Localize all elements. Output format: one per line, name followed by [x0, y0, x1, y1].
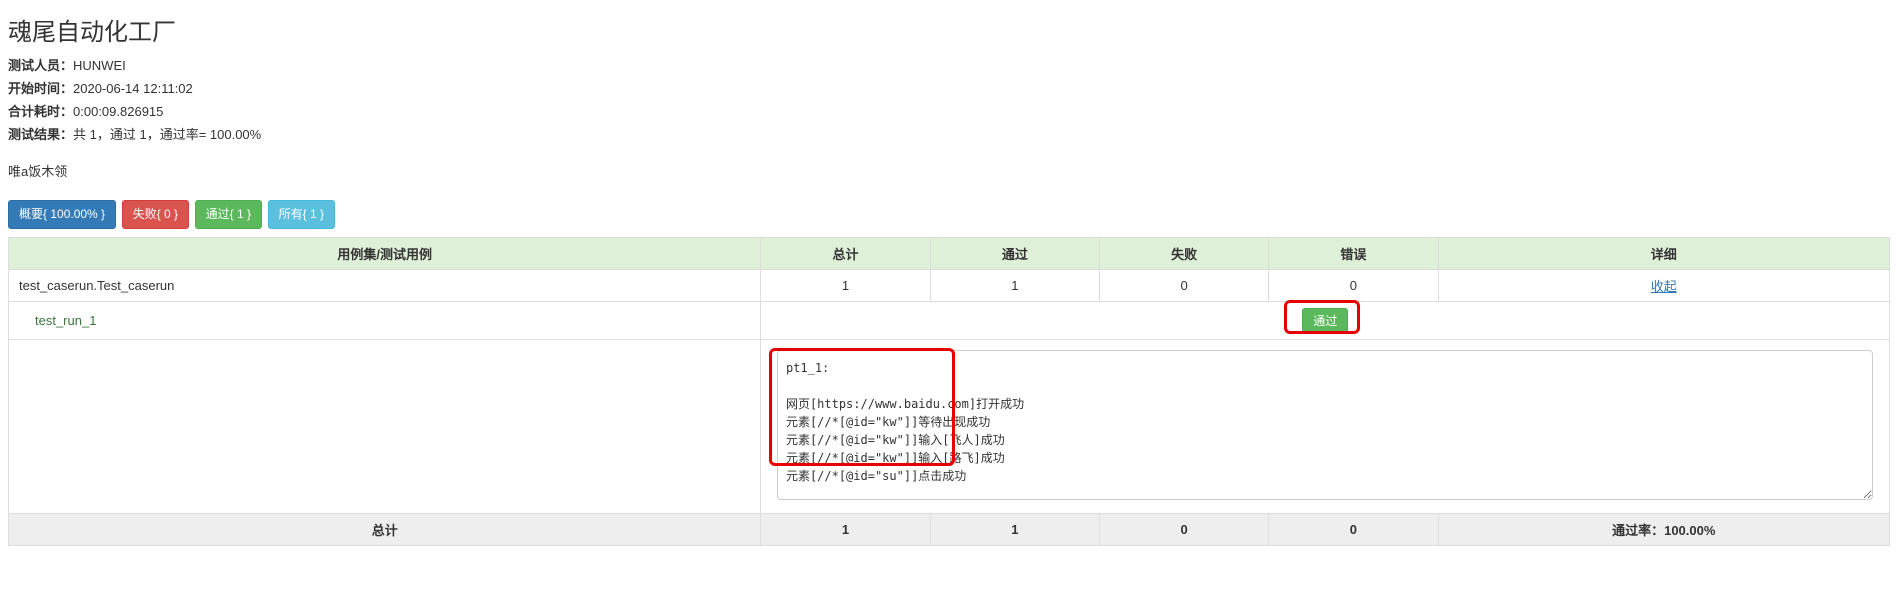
meta-tester: 测试人员：HUNWEI	[8, 55, 1890, 74]
suite-name: test_caserun.Test_caserun	[9, 269, 761, 301]
meta-result-value: 共 1，通过 1，通过率= 100.00%	[73, 127, 261, 142]
case-log-wrap	[771, 350, 1879, 503]
meta-start-value: 2020-06-14 12:11:02	[73, 81, 193, 96]
footer-total: 1	[761, 513, 930, 545]
table-header-row: 用例集/测试用例 总计 通过 失败 错误 详细	[9, 237, 1890, 269]
case-log-row	[9, 339, 1890, 513]
suite-fail: 0	[1099, 269, 1268, 301]
filter-button-row: 概要{ 100.00% } 失败{ 0 } 通过{ 1 } 所有{ 1 }	[8, 200, 1890, 229]
meta-duration: 合计耗时：0:00:09.826915	[8, 101, 1890, 120]
meta-start-label: 开始时间：	[8, 81, 73, 96]
suite-error: 0	[1269, 269, 1438, 301]
meta-tester-label: 测试人员：	[8, 58, 73, 73]
footer-pass: 1	[930, 513, 1099, 545]
case-log-cell	[761, 339, 1890, 513]
footer-rate: 通过率：100.00%	[1438, 513, 1889, 545]
meta-duration-label: 合计耗时：	[8, 104, 73, 119]
col-header-case: 用例集/测试用例	[9, 237, 761, 269]
filter-all-button[interactable]: 所有{ 1 }	[268, 200, 335, 229]
footer-error: 0	[1269, 513, 1438, 545]
meta-tester-value: HUNWEI	[73, 58, 126, 73]
suite-row: test_caserun.Test_caserun 1 1 0 0 收起	[9, 269, 1890, 301]
suite-pass: 1	[930, 269, 1099, 301]
filter-fail-button[interactable]: 失败{ 0 }	[122, 200, 189, 229]
col-header-detail: 详细	[1438, 237, 1889, 269]
suite-collapse-link[interactable]: 收起	[1651, 279, 1677, 294]
col-header-pass: 通过	[930, 237, 1099, 269]
case-log-spacer	[9, 339, 761, 513]
suite-detail-cell: 收起	[1438, 269, 1889, 301]
col-header-fail: 失败	[1099, 237, 1268, 269]
meta-result: 测试结果：共 1，通过 1，通过率= 100.00%	[8, 124, 1890, 143]
col-header-error: 错误	[1269, 237, 1438, 269]
suite-total: 1	[761, 269, 930, 301]
meta-result-label: 测试结果：	[8, 127, 73, 142]
meta-start-time: 开始时间：2020-06-14 12:11:02	[8, 78, 1890, 97]
case-status-wrap: 通过	[1302, 308, 1348, 333]
case-status-cell: 通过	[761, 301, 1890, 339]
footer-fail: 0	[1099, 513, 1268, 545]
case-log-textarea[interactable]	[777, 350, 1874, 500]
filter-pass-button[interactable]: 通过{ 1 }	[195, 200, 262, 229]
case-row: test_run_1 通过	[9, 301, 1890, 339]
results-table: 用例集/测试用例 总计 通过 失败 错误 详细 test_caserun.Tes…	[8, 237, 1890, 546]
filter-summary-button[interactable]: 概要{ 100.00% }	[8, 200, 116, 229]
col-header-total: 总计	[761, 237, 930, 269]
page-title: 魂尾自动化工厂	[8, 12, 1890, 47]
case-name: test_run_1	[9, 301, 761, 339]
report-description: 唯a饭木领	[8, 161, 1890, 180]
footer-row: 总计 1 1 0 0 通过率：100.00%	[9, 513, 1890, 545]
case-status-badge[interactable]: 通过	[1302, 308, 1348, 333]
meta-duration-value: 0:00:09.826915	[73, 104, 163, 119]
footer-label: 总计	[9, 513, 761, 545]
